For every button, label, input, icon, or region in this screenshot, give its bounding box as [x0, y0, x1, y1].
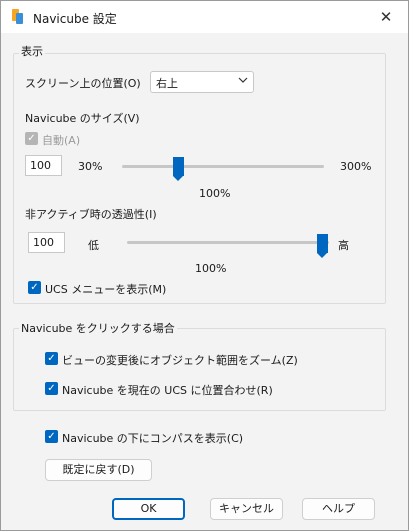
position-label: スクリーン上の位置(O): [25, 77, 141, 90]
position-value: 右上: [156, 77, 178, 90]
zoom-extents-checkbox[interactable]: ✓: [45, 352, 58, 365]
zoom-extents-label: ビューの変更後にオブジェクト範囲をズーム(Z): [62, 354, 298, 367]
opacity-slider-thumb[interactable]: [317, 234, 328, 258]
check-icon: ✓: [27, 133, 36, 144]
opacity-label: 非アクティブ時の透過性(I): [25, 208, 157, 221]
click-group-title: Navicube をクリックする場合: [19, 320, 177, 336]
display-group-title: 表示: [19, 43, 45, 59]
opacity-percent-text: 100%: [195, 262, 227, 275]
ok-button[interactable]: OK: [112, 498, 185, 520]
ucs-menu-checkbox[interactable]: ✓: [28, 281, 41, 294]
size-input-value: 100: [30, 159, 51, 172]
opacity-input[interactable]: 100: [28, 232, 65, 253]
compass-label: Navicube の下にコンパスを表示(C): [62, 432, 244, 445]
restore-defaults-button[interactable]: 既定に戻す(D): [45, 459, 152, 481]
auto-label: 自動(A): [42, 134, 81, 147]
check-icon: ✓: [47, 353, 56, 364]
opacity-high-label: 高: [338, 239, 349, 252]
size-slider-track[interactable]: [122, 165, 324, 168]
window-title: Navicube 設定: [33, 12, 117, 26]
click-group: [13, 328, 386, 411]
opacity-slider-track[interactable]: [127, 241, 329, 244]
size-input[interactable]: 100: [25, 155, 62, 176]
chevron-down-icon: [238, 77, 248, 83]
ucs-menu-label: UCS メニューを表示(M): [45, 283, 167, 296]
close-icon: ✕: [379, 8, 393, 26]
align-ucs-checkbox[interactable]: ✓: [45, 382, 58, 395]
cancel-button[interactable]: キャンセル: [210, 498, 283, 520]
compass-checkbox[interactable]: ✓: [45, 430, 58, 443]
size-min-label: 30%: [78, 160, 103, 173]
check-icon: ✓: [47, 431, 56, 442]
check-icon: ✓: [30, 282, 39, 293]
size-slider-thumb[interactable]: [173, 157, 184, 181]
settings-dialog: Navicube 設定 ✕ 表示 スクリーン上の位置(O) 右上 Navicub…: [0, 0, 409, 531]
title-bar: Navicube 設定 ✕: [1, 1, 408, 33]
opacity-input-value: 100: [33, 236, 54, 249]
size-max-label: 300%: [340, 160, 372, 173]
help-button[interactable]: ヘルプ: [302, 498, 375, 520]
auto-checkbox[interactable]: ✓: [25, 132, 38, 145]
align-ucs-label: Navicube を現在の UCS に位置合わせ(R): [62, 384, 273, 397]
app-icon: [12, 9, 23, 24]
size-percent-text: 100%: [199, 187, 231, 200]
position-dropdown[interactable]: 右上: [150, 71, 254, 93]
close-button[interactable]: ✕: [364, 1, 408, 33]
size-label: Navicube のサイズ(V): [25, 112, 140, 125]
check-icon: ✓: [47, 383, 56, 394]
opacity-low-label: 低: [88, 239, 99, 252]
